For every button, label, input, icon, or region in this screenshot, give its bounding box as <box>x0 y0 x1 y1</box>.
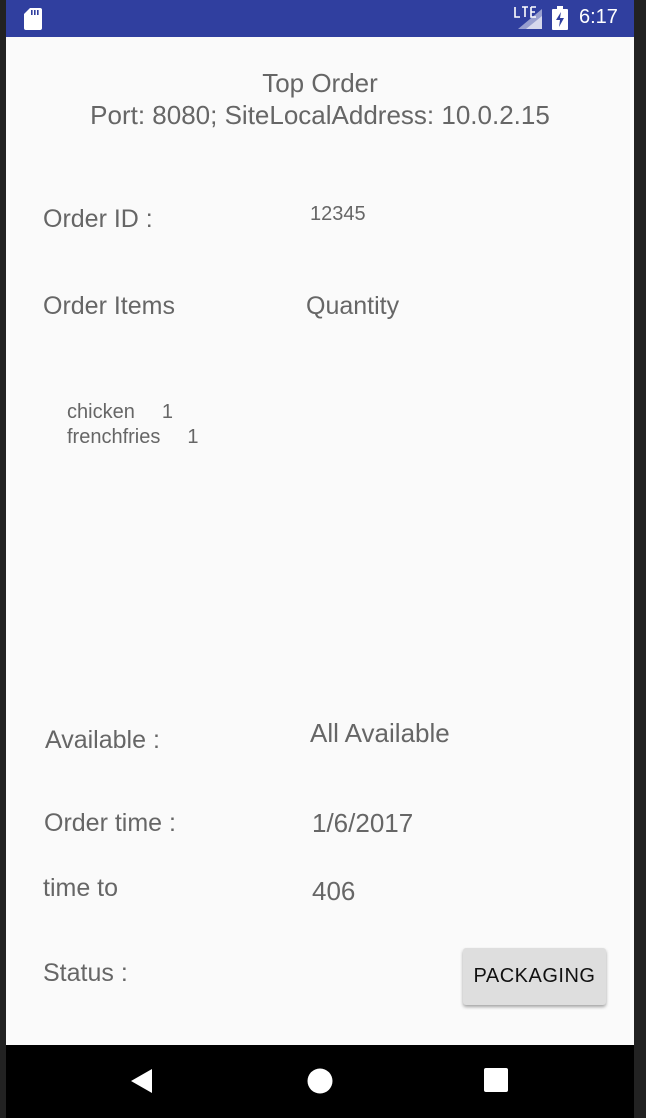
order-id-value: 12345 <box>310 203 366 225</box>
back-icon[interactable] <box>130 1068 154 1094</box>
order-items-header: Order Items <box>43 292 175 320</box>
recents-icon[interactable] <box>484 1068 508 1092</box>
status-packaging-button[interactable]: PACKAGING <box>463 948 606 1005</box>
item-name: chicken <box>67 401 135 423</box>
status-time: 6:17 <box>579 6 618 28</box>
list-item: chicken 1 <box>67 400 199 425</box>
item-quantity: 1 <box>161 401 173 423</box>
order-time-value: 1/6/2017 <box>312 808 414 838</box>
item-quantity: 1 <box>187 426 199 448</box>
sd-card-icon <box>24 8 42 30</box>
time-to-label: time to <box>43 874 119 902</box>
available-label: Available : <box>45 726 160 754</box>
list-item: frenchfries 1 <box>67 425 199 450</box>
order-time-label: Order time : <box>44 809 176 837</box>
lte-label-icon <box>514 6 536 18</box>
available-value: All Available <box>310 718 450 748</box>
home-icon[interactable] <box>307 1068 333 1094</box>
order-id-label: Order ID : <box>43 205 153 233</box>
battery-charging-icon <box>552 6 568 30</box>
server-info: Port: 8080; SiteLocalAddress: 10.0.2.15 <box>90 100 550 130</box>
time-to-value: 406 <box>312 876 356 906</box>
quantity-header: Quantity <box>306 292 400 320</box>
order-items-list: chicken 1 frenchfries 1 <box>67 400 199 450</box>
item-name: frenchfries <box>67 426 161 448</box>
app-screen: 6:17 Top Order Port: 8080; SiteLocalAddr… <box>6 0 634 1118</box>
page-title: Top Order <box>262 68 378 98</box>
status-bar: 6:17 <box>6 0 634 37</box>
navigation-bar <box>6 1045 634 1118</box>
status-label: Status : <box>43 959 128 987</box>
